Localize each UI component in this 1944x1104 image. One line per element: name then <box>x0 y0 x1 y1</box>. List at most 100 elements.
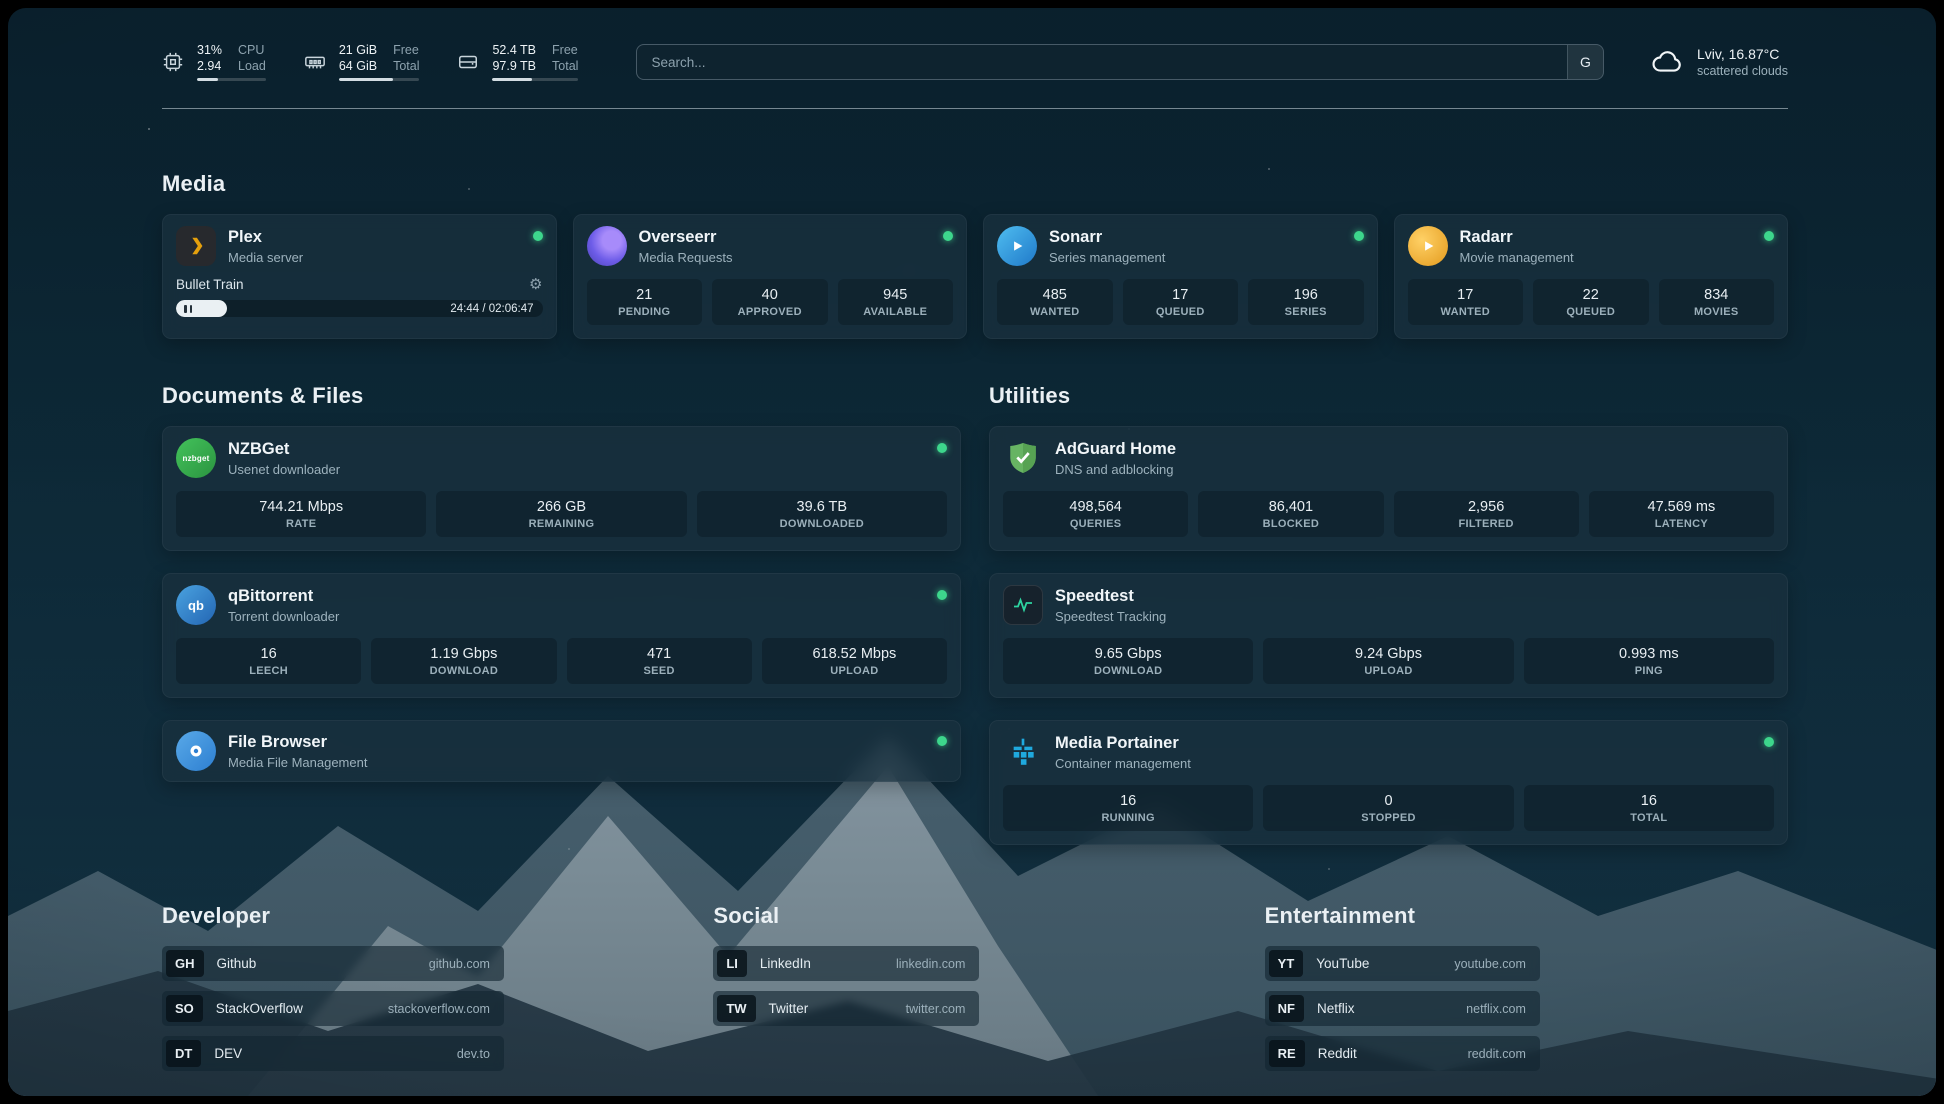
bookmark-group-social: Social LI LinkedIn linkedin.com TW Twitt… <box>713 903 1236 1071</box>
bookmark-name: Reddit <box>1318 1046 1357 1061</box>
stat-stopped: 0STOPPED <box>1263 785 1513 831</box>
memory-progress-bar <box>339 78 420 81</box>
adguard-shield-icon <box>1003 438 1043 478</box>
service-name: Speedtest <box>1055 587 1774 606</box>
section-title-utilities: Utilities <box>989 383 1788 409</box>
service-subtitle: DNS and adblocking <box>1055 462 1774 477</box>
now-playing-title: Bullet Train <box>176 277 244 292</box>
bookmark-youtube[interactable]: YT YouTube youtube.com <box>1265 946 1540 981</box>
gear-icon[interactable]: ⚙ <box>529 277 542 292</box>
stat-rate: 744.21 MbpsRATE <box>176 491 426 537</box>
stat-total: 16TOTAL <box>1524 785 1774 831</box>
search-input[interactable] <box>637 45 1567 79</box>
disk-free-value: 52.4 TB <box>492 43 536 57</box>
bookmark-abbr: DT <box>166 1040 201 1067</box>
stat-remaining: 266 GBREMAINING <box>436 491 686 537</box>
speedtest-icon <box>1003 585 1043 625</box>
stat-queries: 498,564QUERIES <box>1003 491 1188 537</box>
service-subtitle: Speedtest Tracking <box>1055 609 1774 624</box>
service-name: Sonarr <box>1049 228 1342 247</box>
pause-icon[interactable] <box>184 305 192 313</box>
cpu-percent: 31% <box>197 43 222 57</box>
cpu-load-label: Load <box>238 59 266 73</box>
qbittorrent-icon: qb <box>176 585 216 625</box>
section-title-entertainment: Entertainment <box>1265 903 1788 929</box>
status-dot <box>937 590 947 600</box>
bookmark-url: reddit.com <box>1396 1047 1536 1061</box>
bookmark-twitter[interactable]: TW Twitter twitter.com <box>713 991 979 1026</box>
service-card-plex[interactable]: Plex Media server Bullet Train ⚙ <box>162 214 557 339</box>
cpu-widget: 31% CPU 2.94 Load <box>162 43 266 82</box>
service-card-overseerr[interactable]: Overseerr Media Requests 21PENDING 40APP… <box>573 214 968 339</box>
stat-filtered: 2,956FILTERED <box>1394 491 1579 537</box>
stat-seed: 471SEED <box>567 638 752 684</box>
bookmark-stackoverflow[interactable]: SO StackOverflow stackoverflow.com <box>162 991 504 1026</box>
service-subtitle: Media File Management <box>228 755 925 770</box>
weather-location-temp: Lviv, 16.87°C <box>1697 46 1788 62</box>
service-card-adguard[interactable]: AdGuard Home DNS and adblocking 498,564Q… <box>989 426 1788 551</box>
bookmark-name: Netflix <box>1317 1001 1355 1016</box>
bookmark-name: LinkedIn <box>760 956 811 971</box>
stat-approved: 40APPROVED <box>712 279 828 325</box>
service-card-sonarr[interactable]: Sonarr Series management 485WANTED 17QUE… <box>983 214 1378 339</box>
service-card-qbittorrent[interactable]: qb qBittorrent Torrent downloader 16LEEC… <box>162 573 961 698</box>
bookmark-url: youtube.com <box>1382 957 1536 971</box>
status-dot <box>1764 737 1774 747</box>
search-provider-button[interactable]: G <box>1567 45 1603 79</box>
stat-series: 196SERIES <box>1248 279 1364 325</box>
service-card-portainer[interactable]: Media Portainer Container management 16R… <box>989 720 1788 845</box>
disk-progress-bar <box>492 78 578 81</box>
service-name: NZBGet <box>228 440 925 459</box>
service-name: AdGuard Home <box>1055 440 1774 459</box>
service-subtitle: Media Requests <box>639 250 932 265</box>
status-dot <box>943 231 953 241</box>
bookmark-url: linkedin.com <box>824 957 975 971</box>
stat-ping: 0.993 msPING <box>1524 638 1774 684</box>
sonarr-icon <box>997 226 1037 266</box>
service-subtitle: Media server <box>228 250 521 265</box>
stat-available: 945AVAILABLE <box>838 279 954 325</box>
stat-upload: 9.24 GbpsUPLOAD <box>1263 638 1513 684</box>
service-card-nzbget[interactable]: nzbget NZBGet Usenet downloader 744.21 M… <box>162 426 961 551</box>
status-dot <box>1354 231 1364 241</box>
playback-time: 24:44 / 02:06:47 <box>450 303 533 315</box>
stat-downloaded: 39.6 TBDOWNLOADED <box>697 491 947 537</box>
memory-widget: 21 GiB Free 64 GiB Total <box>304 43 420 82</box>
status-dot <box>937 736 947 746</box>
service-name: File Browser <box>228 733 925 752</box>
cpu-load-value: 2.94 <box>197 59 222 73</box>
memory-total-value: 64 GiB <box>339 59 377 73</box>
search-bar[interactable]: G <box>636 44 1604 80</box>
playback-progress-bar[interactable]: 24:44 / 02:06:47 <box>176 300 543 317</box>
bookmark-reddit[interactable]: RE Reddit reddit.com <box>1265 1036 1540 1071</box>
service-card-speedtest[interactable]: Speedtest Speedtest Tracking 9.65 GbpsDO… <box>989 573 1788 698</box>
bookmark-abbr: RE <box>1269 1040 1305 1067</box>
window-frame: 31% CPU 2.94 Load 21 GiB <box>0 0 1944 1104</box>
stat-download: 1.19 GbpsDOWNLOAD <box>371 638 556 684</box>
memory-total-label: Total <box>393 59 419 73</box>
now-playing: Bullet Train ⚙ 24:44 / 02:06:47 <box>176 277 543 317</box>
bookmark-netflix[interactable]: NF Netflix netflix.com <box>1265 991 1540 1026</box>
bookmark-name: Github <box>217 956 257 971</box>
disk-total-label: Total <box>552 59 578 73</box>
stat-wanted: 485WANTED <box>997 279 1113 325</box>
bookmark-dev[interactable]: DT DEV dev.to <box>162 1036 504 1071</box>
plex-icon <box>176 226 216 266</box>
weather-widget: Lviv, 16.87°C scattered clouds <box>1650 45 1788 79</box>
bookmark-url: github.com <box>357 957 500 971</box>
portainer-icon <box>1003 732 1043 772</box>
bookmark-group-developer: Developer GH Github github.com SO StackO… <box>162 903 685 1071</box>
service-card-filebrowser[interactable]: File Browser Media File Management <box>162 720 961 782</box>
bookmark-name: Twitter <box>769 1001 809 1016</box>
bookmark-github[interactable]: GH Github github.com <box>162 946 504 981</box>
service-card-radarr[interactable]: Radarr Movie management 17WANTED 22QUEUE… <box>1394 214 1789 339</box>
filebrowser-icon <box>176 731 216 771</box>
disk-widget: 52.4 TB Free 97.9 TB Total <box>457 43 578 82</box>
service-subtitle: Container management <box>1055 756 1752 771</box>
overseerr-icon <box>587 226 627 266</box>
bookmark-linkedin[interactable]: LI LinkedIn linkedin.com <box>713 946 979 981</box>
service-name: Overseerr <box>639 228 932 247</box>
service-subtitle: Movie management <box>1460 250 1753 265</box>
bookmark-name: StackOverflow <box>216 1001 303 1016</box>
stat-blocked: 86,401BLOCKED <box>1198 491 1383 537</box>
